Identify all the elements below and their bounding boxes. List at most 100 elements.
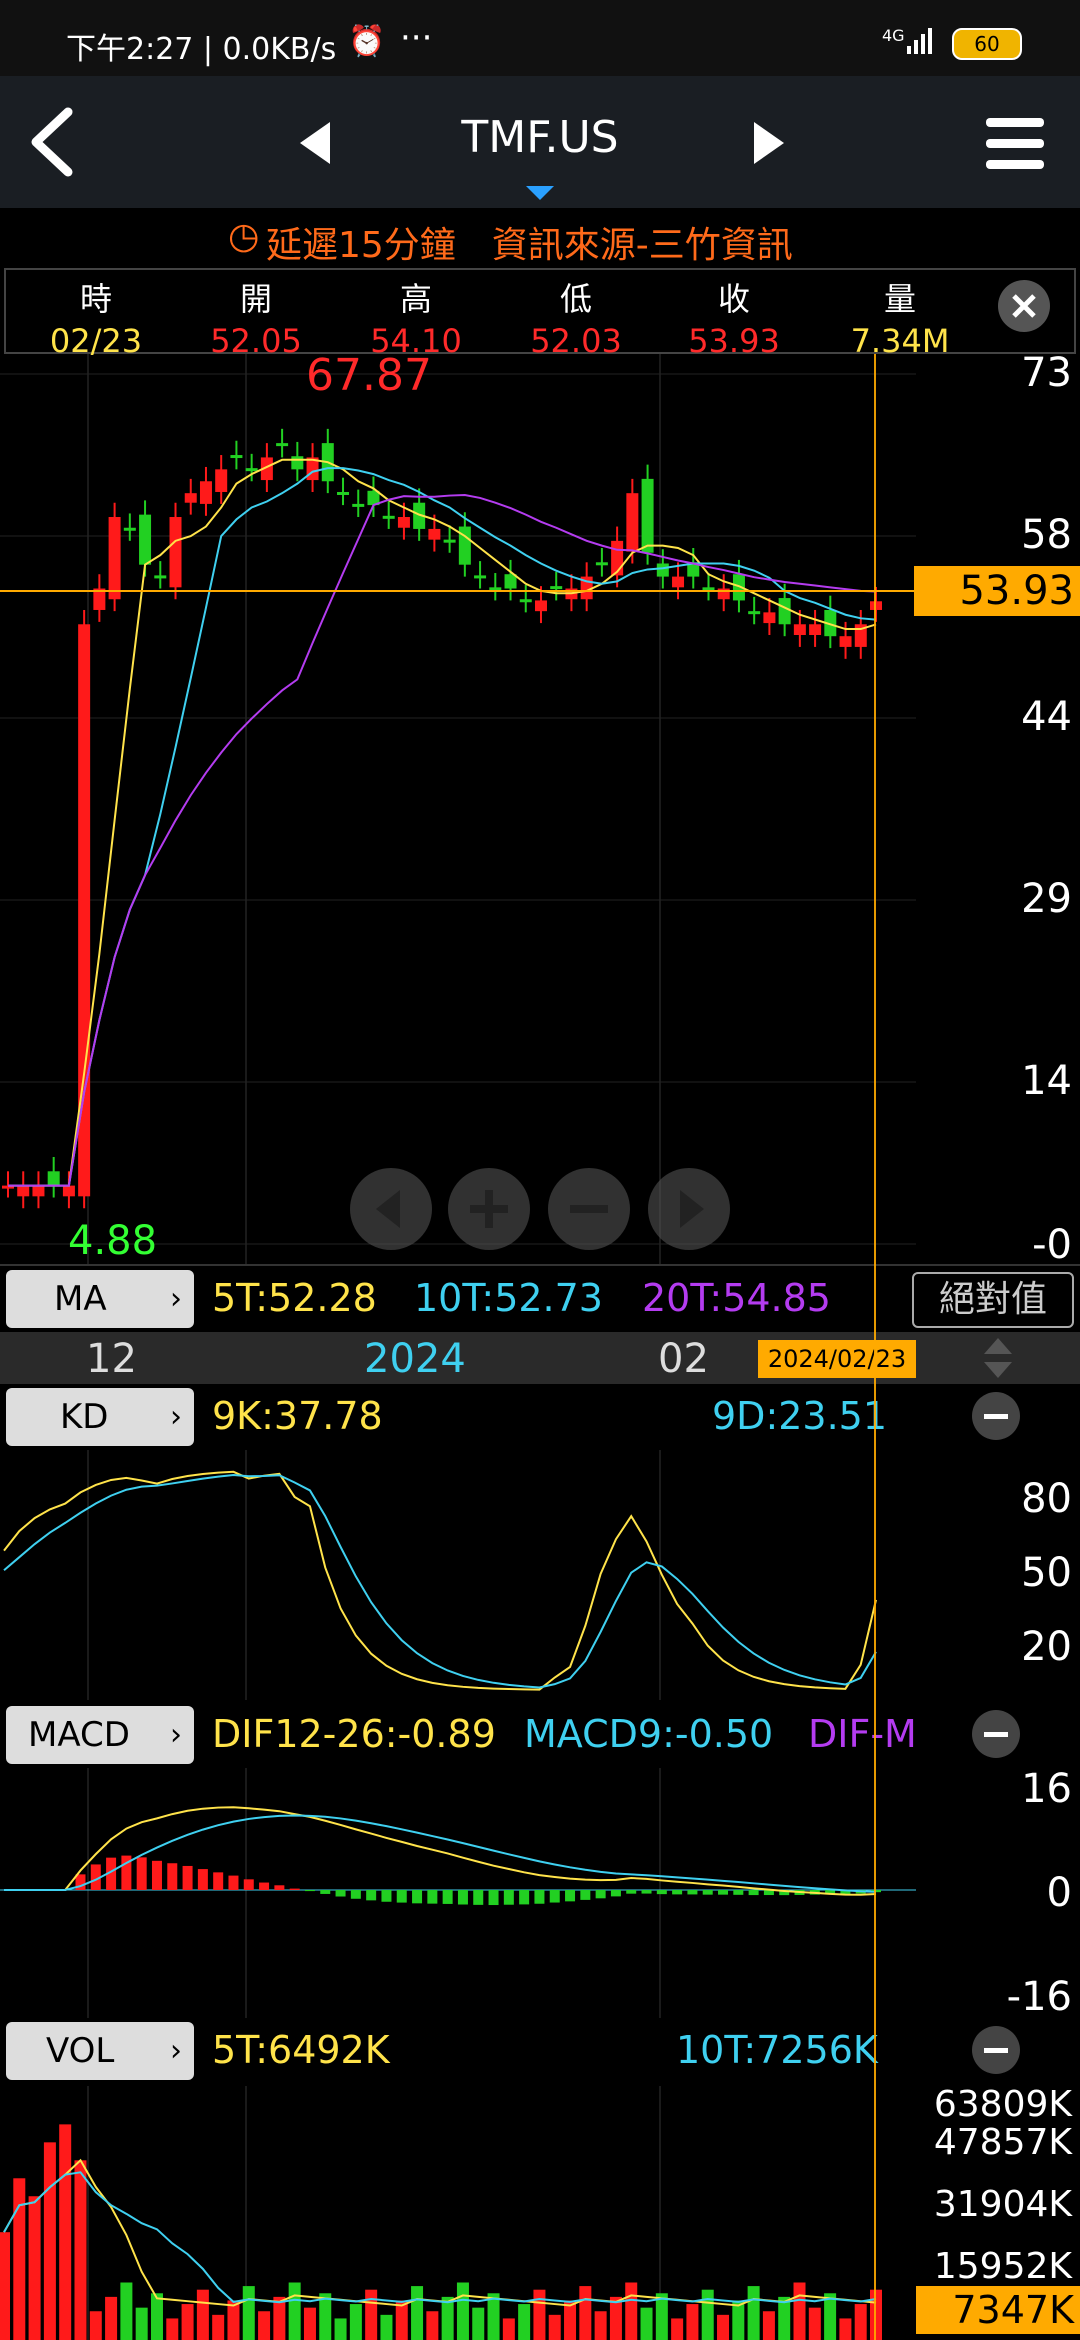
macd-bar	[136, 1857, 147, 1890]
candle-body	[139, 514, 152, 565]
macd-bar	[274, 1885, 285, 1890]
dropdown-indicator-icon[interactable]	[526, 186, 554, 202]
candle-body	[276, 443, 289, 447]
time-axis[interactable]: 12 2024 02 2024/02/23	[0, 1332, 1080, 1384]
volume-bar	[0, 2232, 10, 2340]
kd-button[interactable]: KD ›	[6, 1388, 194, 1446]
volume-bar	[762, 2311, 775, 2340]
y-tick: 44	[1021, 694, 1072, 740]
candle-body	[611, 540, 624, 576]
volume-bar	[89, 2311, 102, 2340]
remove-vol-icon[interactable]	[972, 2026, 1020, 2074]
macd-bar	[151, 1860, 162, 1890]
battery-icon: 60	[952, 28, 1022, 60]
candle-body	[763, 612, 776, 624]
volume-bar	[380, 2314, 393, 2340]
macd-y-tick: -16	[1006, 1974, 1072, 2020]
scroll-left-button[interactable]	[350, 1168, 432, 1250]
k-line	[3, 1470, 877, 1691]
quote-close: 收 53.93	[688, 280, 780, 360]
d-line	[3, 1474, 877, 1689]
macd-bar	[687, 1890, 698, 1895]
macd-bar	[702, 1890, 713, 1895]
signal-icon	[905, 26, 935, 56]
macd-bar	[656, 1890, 667, 1895]
candle-body	[352, 503, 365, 507]
volume-chart[interactable]	[0, 2086, 916, 2340]
volume-bar	[609, 2296, 622, 2340]
y-tick: 29	[1021, 876, 1072, 922]
volume-bar	[105, 2296, 118, 2340]
quote-summary: 時 02/23 開 52.05 高 54.10 低 52.03 收 53.93 量 7.34…	[4, 268, 1076, 360]
high-label: 67.87	[306, 350, 432, 401]
previous-symbol-icon[interactable]	[296, 120, 336, 166]
macd-bar	[580, 1890, 591, 1900]
volume-bar	[28, 2196, 41, 2340]
kd-y-tick: 50	[1021, 1550, 1072, 1596]
vol-ma10-line	[3, 2171, 877, 2304]
menu-icon[interactable]	[986, 116, 1044, 172]
volume-bar	[334, 2318, 347, 2340]
remove-macd-icon[interactable]	[972, 1710, 1020, 1758]
volume-bar	[594, 2311, 607, 2340]
candle-body	[32, 1185, 45, 1197]
macd-bar	[610, 1890, 621, 1897]
macd-bar	[733, 1890, 744, 1895]
candle-body	[519, 599, 532, 603]
macd-bar	[396, 1890, 407, 1903]
volume-bar	[778, 2296, 791, 2340]
volume-bar	[808, 2307, 821, 2340]
delay-notice-text: 延遲15分鐘 資訊來源-三竹資訊	[266, 225, 793, 266]
macd-bar	[412, 1890, 423, 1904]
candle-body	[550, 586, 563, 590]
y-tick: 14	[1021, 1058, 1072, 1104]
volume-bar	[548, 2314, 561, 2340]
candle-body	[108, 517, 121, 600]
volume-bar	[13, 2178, 26, 2340]
ma-button[interactable]: MA ›	[6, 1270, 194, 1328]
candle-body	[397, 517, 410, 528]
kd-chart[interactable]	[0, 1450, 916, 1700]
macd-bar	[228, 1875, 239, 1890]
volume-bar	[74, 2160, 87, 2340]
candle-body	[595, 562, 608, 566]
remove-kd-icon[interactable]	[972, 1392, 1020, 1440]
candle-body	[382, 515, 395, 519]
volume-bar	[747, 2286, 760, 2340]
macd-bar	[442, 1890, 453, 1904]
kd-y-tick: 80	[1021, 1476, 1072, 1522]
close-quote-icon[interactable]	[998, 280, 1050, 332]
vol-y-tick: 47857K	[933, 2122, 1072, 2163]
next-symbol-icon[interactable]	[748, 120, 788, 166]
time-label: 12	[86, 1336, 137, 1382]
macd-bar	[366, 1890, 377, 1901]
macd-chart[interactable]	[0, 1768, 916, 2018]
candle-body	[443, 539, 456, 543]
zoom-out-button[interactable]	[548, 1168, 630, 1250]
price-chart[interactable]	[0, 354, 1080, 1264]
candle-body	[154, 575, 167, 579]
volume-bar	[212, 2314, 225, 2340]
macd-bar	[259, 1882, 270, 1890]
vol-ma10-value: 10T:7256K	[676, 2028, 878, 2072]
vol-y-tick: 15952K	[933, 2246, 1072, 2287]
macd-bar	[534, 1890, 545, 1904]
vol-button[interactable]: VOL ›	[6, 2022, 194, 2080]
candle-body	[199, 481, 212, 504]
absolute-value-button[interactable]: 絕對值	[912, 1272, 1074, 1328]
resize-handle-icon[interactable]	[980, 1336, 1016, 1380]
back-icon[interactable]	[22, 104, 82, 180]
signal-line	[4, 1814, 877, 1893]
time-label: 2024	[364, 1336, 466, 1382]
vol-ma5-value: 5T:6492K	[212, 2028, 390, 2072]
macd-bar	[243, 1879, 254, 1890]
candle-body	[839, 636, 852, 647]
macd-button[interactable]: MACD ›	[6, 1706, 194, 1764]
scroll-left-icon	[376, 1190, 400, 1228]
volume-bar	[411, 2286, 424, 2340]
scroll-right-button[interactable]	[648, 1168, 730, 1250]
candle-body	[17, 1185, 30, 1197]
candle-body	[169, 517, 182, 588]
quote-low: 低 52.03	[530, 280, 622, 360]
zoom-in-button[interactable]	[448, 1168, 530, 1250]
